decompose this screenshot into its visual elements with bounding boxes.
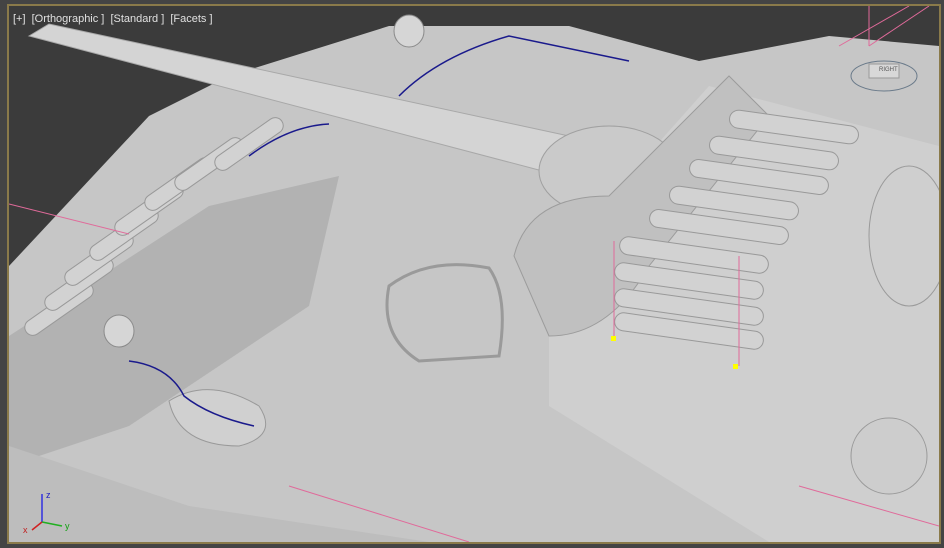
viewcube[interactable]: RIGHT xyxy=(849,54,919,94)
viewport-shading-menu[interactable]: [Standard ] xyxy=(110,13,164,25)
axis-tripod-icon: z y x xyxy=(23,490,70,534)
axis-y-label: y xyxy=(65,521,70,531)
viewport-point-of-view-menu[interactable]: [Orthographic ] xyxy=(32,13,105,25)
headlight-left xyxy=(103,314,135,348)
axis-z-label: z xyxy=(46,490,51,500)
periscope-port xyxy=(850,417,928,495)
perspective-viewport[interactable]: RIGHT [+] [Orthographic ] [Standard ] [F… xyxy=(7,4,941,544)
axis-x-label: x xyxy=(23,525,28,534)
viewcube-face-label[interactable]: RIGHT xyxy=(879,67,898,73)
control-point[interactable] xyxy=(611,336,616,341)
headlight-top xyxy=(393,14,425,48)
viewcube-ring-icon xyxy=(850,60,918,92)
viewport-general-menu[interactable]: [+] xyxy=(13,13,26,25)
tank-model-scene[interactable] xyxy=(9,6,939,542)
viewport-label-menu[interactable]: [+] [Orthographic ] [Standard ] [Facets … xyxy=(13,13,216,25)
control-point[interactable] xyxy=(733,364,738,369)
viewport-display-mode-menu[interactable]: [Facets ] xyxy=(170,13,212,25)
